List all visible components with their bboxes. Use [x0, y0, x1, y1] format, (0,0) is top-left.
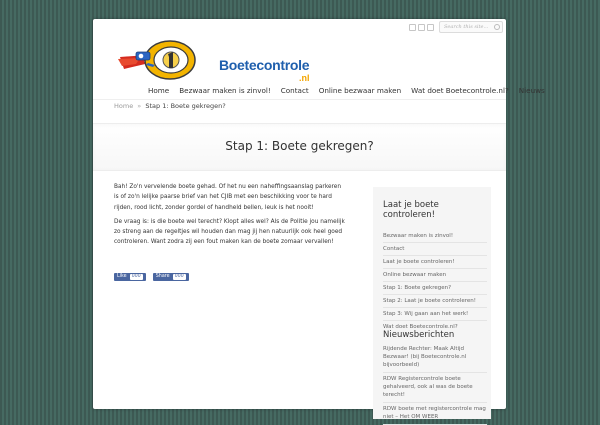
page-links-list: Bezwaar maken is zinvol! Contact Laat je… — [383, 230, 487, 333]
logo-text: Boetecontrole — [219, 57, 310, 73]
page-container: Boetecontrole .nl Home Bezwaar maken is … — [93, 19, 545, 425]
sidebar-link[interactable]: Stap 3: Wij gaan aan het werk! — [383, 308, 487, 321]
facebook-icon[interactable] — [418, 24, 425, 31]
like-label: Like — [117, 274, 127, 279]
facebook-like-button[interactable]: Like 000 — [114, 273, 146, 281]
share-buttons: Like 000 Share 000 — [114, 273, 189, 281]
main-navigation: Home Bezwaar maken is zinvol! Contact On… — [143, 86, 550, 95]
breadcrumb-separator: » — [137, 102, 142, 110]
widget-title: Laat je boete controleren! — [383, 200, 439, 220]
nav-item-contact[interactable]: Contact — [276, 86, 314, 95]
social-icons — [409, 24, 434, 31]
speeding-camera-superhero-icon — [118, 40, 196, 80]
share-label: Share — [155, 274, 170, 279]
sidebar-link[interactable]: Laat je boete controleren! — [383, 256, 487, 269]
news-item[interactable]: Rijdende Rechter: Maak Altijd Bezwaar! (… — [383, 343, 487, 373]
paragraph: De vraag is: is die boete wel terecht? K… — [114, 218, 345, 246]
sidebar-link[interactable]: Stap 2: Laat je boete controleren! — [383, 295, 487, 308]
facebook-share-button[interactable]: Share 000 — [152, 273, 189, 281]
widget-title: Nieuwsberichten — [383, 330, 455, 340]
sidebar-link[interactable]: Contact — [383, 243, 487, 256]
page-title: Stap 1: Boete gekregen? — [225, 139, 374, 153]
nav-item-online-bezwaar[interactable]: Online bezwaar maken — [314, 86, 406, 95]
breadcrumb-current: Stap 1: Boete gekregen? — [145, 102, 226, 110]
share-count: 000 — [172, 274, 186, 280]
paragraph: Bah! Zo'n vervelende boete gehad. Of het… — [114, 184, 342, 211]
breadcrumb-home[interactable]: Home — [114, 102, 133, 110]
rss-icon[interactable] — [427, 24, 434, 31]
like-count: 000 — [129, 274, 143, 280]
news-item[interactable]: RDW boete met registercontrole mag niet … — [383, 403, 487, 425]
site-logo[interactable]: Boetecontrole .nl — [114, 35, 332, 89]
logo-suffix: .nl — [299, 73, 310, 83]
sidebar: Laat je boete controleren! Bezwaar maken… — [373, 187, 491, 425]
sidebar-link[interactable]: Online bezwaar maken — [383, 269, 487, 282]
nav-item-wat-doet[interactable]: Wat doet Boetecontrole.nl? — [406, 86, 514, 95]
sidebar-link[interactable]: Bezwaar maken is zinvol! — [383, 230, 487, 243]
article-content: Bah! Zo'n vervelende boete gehad. Of het… — [114, 182, 346, 252]
sidebar-link[interactable]: Stap 1: Boete gekregen? — [383, 282, 487, 295]
nav-item-nieuws[interactable]: Nieuws — [514, 86, 550, 95]
news-item[interactable]: RDW Registercontrole boete gehalveerd, o… — [383, 373, 487, 403]
search-icon[interactable] — [494, 24, 500, 30]
nav-item-home[interactable]: Home — [143, 86, 174, 95]
breadcrumb: Home » Stap 1: Boete gekregen? — [114, 102, 226, 110]
twitter-icon[interactable] — [409, 24, 416, 31]
top-bar — [93, 19, 506, 35]
nav-item-bezwaar-maken[interactable]: Bezwaar maken is zinvol! — [174, 86, 276, 95]
news-list: Rijdende Rechter: Maak Altijd Bezwaar! (… — [383, 343, 487, 425]
